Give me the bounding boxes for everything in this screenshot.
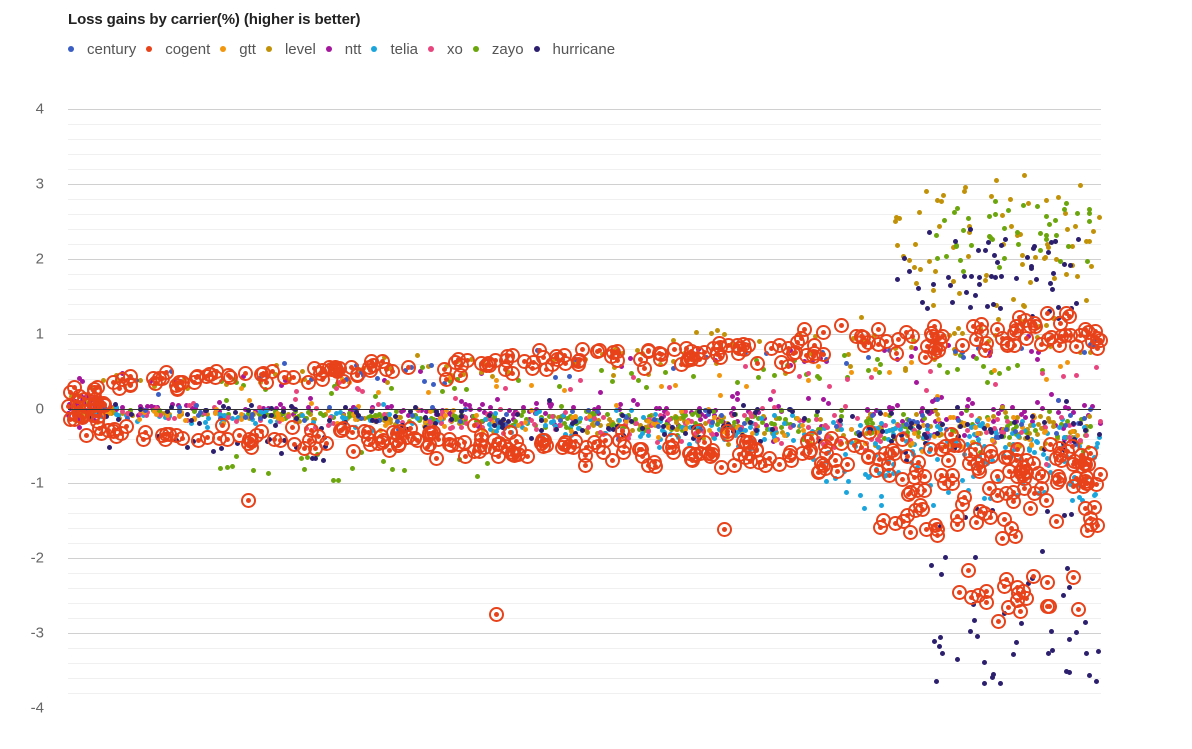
legend-swatch-icon: [265, 46, 272, 52]
y-axis-tick-label: -4: [30, 699, 44, 717]
zero-reference-line: [68, 408, 1101, 410]
legend-label: xo: [447, 40, 463, 58]
legend-item-cogent[interactable]: cogent: [146, 41, 220, 58]
legend-label: ntt: [344, 40, 362, 58]
legend-swatch-icon: [220, 46, 227, 52]
y-axis: 4 3 2 1 0 -1 -2 -3 -4: [0, 90, 56, 727]
scatter-chart: Loss gains by carrier(%) (higher is bett…: [0, 0, 1192, 749]
legend-swatch-icon: [325, 46, 332, 52]
y-axis-tick-label: 2: [35, 250, 44, 268]
zero-line-layer: [68, 90, 1101, 727]
legend-item-xo[interactable]: xo: [428, 41, 473, 58]
legend-item-gtt[interactable]: gtt: [220, 41, 266, 58]
y-axis-tick-label: 3: [35, 175, 44, 193]
y-axis-tick-label: -2: [30, 549, 44, 567]
legend-label: century: [87, 40, 137, 58]
y-axis-tick-label: 0: [35, 400, 44, 417]
legend-swatch-icon: [371, 46, 378, 52]
y-axis-tick-label: -3: [30, 624, 44, 642]
legend-label: level: [284, 40, 316, 58]
legend-swatch-icon: [533, 46, 540, 52]
legend-label: telia: [390, 40, 419, 58]
plot-area: [61, 90, 1109, 727]
legend-label: gtt: [239, 40, 256, 58]
legend-label: cogent: [165, 40, 211, 58]
legend-item-zayo[interactable]: zayo: [472, 40, 534, 58]
legend-swatch-icon: [68, 46, 74, 52]
legend-item-level[interactable]: level: [265, 40, 326, 58]
chart-title: Loss gains by carrier(%) (higher is bett…: [68, 11, 361, 28]
legend-item-telia[interactable]: telia: [371, 41, 428, 58]
chart-legend: century cogent gtt level ntt telia xo zayo hurri…: [68, 38, 625, 60]
y-axis-tick-label: -1: [30, 474, 44, 492]
legend-item-hurricane[interactable]: hurricane: [533, 40, 626, 58]
legend-item-century[interactable]: century: [68, 41, 146, 58]
legend-label: hurricane: [552, 40, 616, 58]
legend-swatch-icon: [146, 46, 153, 52]
legend-item-ntt[interactable]: ntt: [325, 40, 372, 58]
y-axis-tick-label: 4: [35, 100, 44, 118]
legend-swatch-icon: [472, 46, 479, 52]
legend-swatch-icon: [428, 46, 435, 52]
legend-label: zayo: [491, 40, 524, 58]
y-axis-tick-label: 1: [35, 325, 44, 343]
